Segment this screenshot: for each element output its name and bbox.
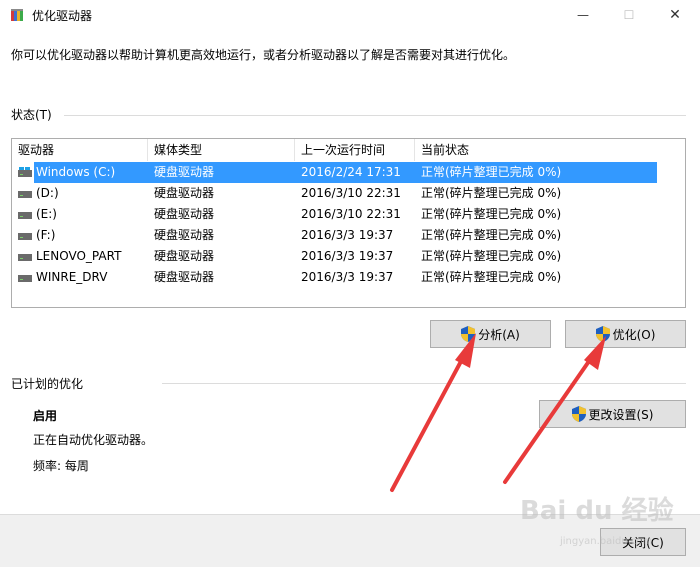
schedule-status: 启用 [33, 409, 58, 423]
minimize-button[interactable]: — [560, 0, 606, 30]
close-window-button[interactable]: ✕ [652, 0, 698, 30]
uac-shield-icon [595, 326, 610, 342]
drive-name: Windows (C:) [36, 165, 116, 179]
analyze-button[interactable]: 分析(A) [430, 320, 551, 348]
uac-shield-icon [571, 406, 586, 422]
drive-name: (D:) [36, 186, 59, 200]
last-run-time: 2016/2/24 17:31 [301, 165, 401, 179]
current-status: 正常(碎片整理已完成 0%) [421, 186, 562, 200]
status-group-divider [64, 115, 686, 116]
drive-name: WINRE_DRV [36, 270, 108, 284]
last-run-time: 2016/3/3 19:37 [301, 228, 394, 242]
column-header-last-run[interactable]: 上一次运行时间 [295, 139, 415, 161]
status-group-label: 状态(T) [11, 108, 52, 122]
last-run-time: 2016/3/10 22:31 [301, 186, 401, 200]
column-header-media-type[interactable]: 媒体类型 [148, 139, 295, 161]
drive-name: LENOVO_PART [36, 249, 122, 263]
scheduled-group-divider [162, 383, 686, 384]
table-row[interactable]: Windows (C:) 硬盘驱动器 2016/2/24 17:31 正常(碎片… [12, 162, 685, 183]
last-run-time: 2016/3/3 19:37 [301, 249, 394, 263]
drive-icon [18, 275, 32, 282]
analyze-button-label: 分析(A) [478, 327, 520, 342]
drive-icon [18, 212, 32, 219]
column-header-drive[interactable]: 驱动器 [12, 139, 148, 161]
change-settings-button[interactable]: 更改设置(S) [539, 400, 686, 428]
drive-icon [18, 254, 32, 261]
column-header-current-status[interactable]: 当前状态 [415, 139, 565, 161]
maximize-icon: ☐ [623, 8, 635, 22]
optimize-button-label: 优化(O) [612, 327, 656, 342]
table-row[interactable]: WINRE_DRV 硬盘驱动器 2016/3/3 19:37 正常(碎片整理已完… [12, 267, 685, 288]
media-type: 硬盘驱动器 [154, 228, 215, 242]
media-type: 硬盘驱动器 [154, 270, 215, 284]
drive-list[interactable]: 驱动器 媒体类型 上一次运行时间 当前状态 Windows (C:) 硬盘驱动器… [11, 138, 686, 308]
drive-name: (E:) [36, 207, 57, 221]
drive-icon [18, 191, 32, 198]
current-status: 正常(碎片整理已完成 0%) [421, 228, 562, 242]
media-type: 硬盘驱动器 [154, 207, 215, 221]
scheduled-group-label: 已计划的优化 [11, 377, 84, 391]
description-text: 你可以优化驱动器以帮助计算机更高效地运行，或者分析驱动器以了解是否需要对其进行优… [11, 48, 516, 62]
current-status: 正常(碎片整理已完成 0%) [421, 165, 562, 179]
uac-shield-icon [461, 326, 476, 342]
window-title: 优化驱动器 [32, 9, 93, 23]
table-row[interactable]: (F:) 硬盘驱动器 2016/3/3 19:37 正常(碎片整理已完成 0%) [12, 225, 685, 246]
close-icon: ✕ [669, 7, 681, 23]
drive-name: (F:) [36, 228, 56, 242]
table-row[interactable]: (E:) 硬盘驱动器 2016/3/10 22:31 正常(碎片整理已完成 0%… [12, 204, 685, 225]
system-drive-icon [18, 167, 32, 177]
current-status: 正常(碎片整理已完成 0%) [421, 270, 562, 284]
last-run-time: 2016/3/10 22:31 [301, 207, 401, 221]
media-type: 硬盘驱动器 [154, 165, 215, 179]
optimize-button[interactable]: 优化(O) [565, 320, 686, 348]
schedule-detail: 正在自动优化驱动器。 [33, 433, 154, 447]
current-status: 正常(碎片整理已完成 0%) [421, 207, 562, 221]
change-settings-button-label: 更改设置(S) [588, 407, 654, 422]
watermark-url: jingyan.baidu.com [560, 536, 653, 547]
schedule-frequency: 频率: 每周 [33, 459, 89, 473]
current-status: 正常(碎片整理已完成 0%) [421, 249, 562, 263]
last-run-time: 2016/3/3 19:37 [301, 270, 394, 284]
drive-list-header: 驱动器 媒体类型 上一次运行时间 当前状态 [12, 139, 685, 161]
media-type: 硬盘驱动器 [154, 186, 215, 200]
defrag-app-icon [11, 9, 23, 21]
table-row[interactable]: (D:) 硬盘驱动器 2016/3/10 22:31 正常(碎片整理已完成 0%… [12, 183, 685, 204]
maximize-button[interactable]: ☐ [606, 0, 652, 30]
minimize-icon: — [577, 8, 589, 22]
media-type: 硬盘驱动器 [154, 249, 215, 263]
table-row[interactable]: LENOVO_PART 硬盘驱动器 2016/3/3 19:37 正常(碎片整理… [12, 246, 685, 267]
arrow-to-analyze [390, 333, 476, 492]
watermark: Bai du 经验 [520, 496, 674, 526]
drive-icon [18, 233, 32, 240]
